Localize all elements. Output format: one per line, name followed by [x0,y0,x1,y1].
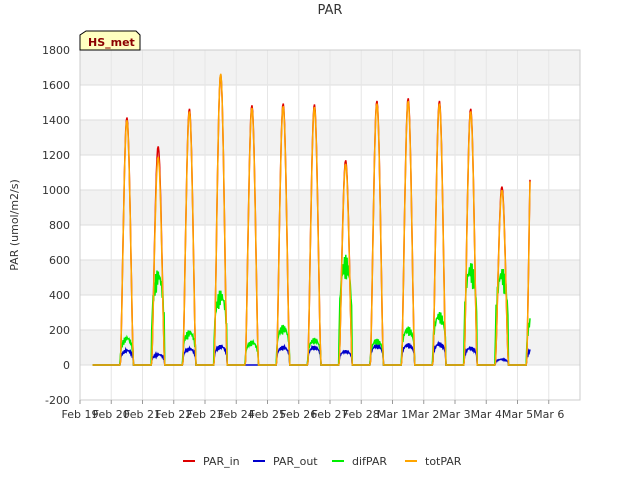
y-axis-label: PAR (umol/m2/s) [8,179,21,271]
x-tick-label: Mar 6 [533,408,564,421]
legend-label: totPAR [425,455,462,468]
y-tick-label: 1800 [42,44,70,57]
chart-title: PAR [318,3,343,18]
x-tick-label: Mar 3 [439,408,470,421]
legend-label: PAR_out [273,455,318,468]
y-axis-ticks: -200 0 200 400 600 800 1000 1200 1400 1600 1800 [42,44,70,407]
x-axis-ticks: Feb 19Feb 20Feb 21Feb 22Feb 23Feb 24Feb … [62,400,564,421]
y-tick-label: 600 [49,254,70,267]
y-tick-label: -200 [45,394,70,407]
x-tick-label: Mar 2 [408,408,439,421]
legend-item-totpar: totPAR [405,455,462,468]
x-tick-label: Mar 4 [471,408,502,421]
station-badge-label: HS_met [88,36,135,49]
y-tick-label: 1400 [42,114,70,127]
y-tick-label: 1600 [42,79,70,92]
x-tick-label: Mar 1 [377,408,408,421]
legend-label: difPAR [352,455,387,468]
y-tick-label: 1000 [42,184,70,197]
legend: PAR_in PAR_out difPAR totPAR [183,455,462,468]
y-tick-label: 400 [49,289,70,302]
legend-item-par-out: PAR_out [253,455,318,468]
x-tick-label: Feb 28 [343,408,380,421]
station-badge: HS_met [79,30,141,51]
y-tick-label: 1200 [42,149,70,162]
par-chart: -200 0 200 400 600 800 1000 1200 1400 1600 1800 Fe… [8,3,581,468]
y-tick-label: 800 [49,219,70,232]
y-tick-label: 200 [49,324,70,337]
legend-item-difpar: difPAR [332,455,387,468]
legend-label: PAR_in [203,455,240,468]
x-tick-label: Mar 5 [502,408,533,421]
y-tick-label: 0 [63,359,70,372]
legend-item-par-in: PAR_in [183,455,240,468]
